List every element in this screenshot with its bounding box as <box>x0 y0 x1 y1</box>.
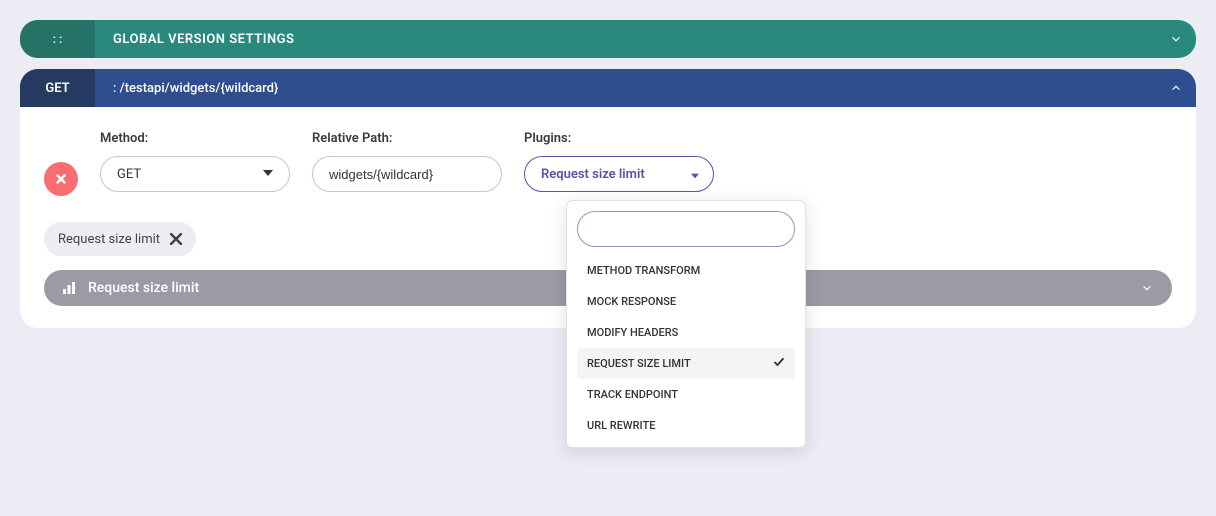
check-icon <box>773 356 785 371</box>
relative-path-input-wrapper <box>312 156 502 192</box>
dropdown-item[interactable]: MODIFY HEADERS <box>577 317 795 348</box>
plugins-select[interactable]: Request size limit <box>524 156 714 192</box>
operation-method-text: GET <box>45 81 69 96</box>
dropdown-item-label: URL REWRITE <box>587 419 655 432</box>
plugin-chip: Request size limit <box>44 222 196 256</box>
dropdown-item-label: METHOD TRANSFORM <box>587 264 700 277</box>
dropdown-item-label: MODIFY HEADERS <box>587 326 678 339</box>
method-field-group: Method: GET <box>100 131 290 192</box>
form-row: Method: GET Relative Path: Plugins: Requ… <box>44 131 1172 196</box>
plugin-chip-label: Request size limit <box>58 232 160 247</box>
chip-remove-button[interactable] <box>170 233 182 245</box>
dropdown-search-input[interactable] <box>577 211 795 247</box>
chevron-up-icon[interactable] <box>1156 81 1196 95</box>
path-label: Relative Path: <box>312 131 502 146</box>
operation-method-badge: GET <box>20 69 95 107</box>
delete-operation-button[interactable] <box>44 162 78 196</box>
global-header-title: GLOBAL VERSION SETTINGS <box>95 32 1156 47</box>
plugins-dropdown: METHOD TRANSFORM MOCK RESPONSE MODIFY HEAD… <box>566 200 806 448</box>
dropdown-item-label: TRACK ENDPOINT <box>587 388 678 401</box>
plugins-select-value: Request size limit <box>541 167 645 182</box>
plugins-label: Plugins: <box>524 131 714 146</box>
caret-down-icon <box>691 165 699 184</box>
plugins-field-group: Plugins: Request size limit <box>524 131 714 192</box>
dropdown-item-label: MOCK RESPONSE <box>587 295 676 308</box>
method-label: Method: <box>100 131 290 146</box>
dropdown-item[interactable]: TRACK ENDPOINT <box>577 379 795 410</box>
dropdown-item[interactable]: MOCK RESPONSE <box>577 286 795 317</box>
relative-path-input[interactable] <box>329 167 485 182</box>
dropdown-list[interactable]: METHOD TRANSFORM MOCK RESPONSE MODIFY HEAD… <box>577 255 795 441</box>
path-field-group: Relative Path: <box>312 131 502 192</box>
global-header-handle-text: : : <box>53 32 63 46</box>
method-select-value: GET <box>117 167 141 182</box>
chevron-down-icon <box>1140 281 1154 295</box>
dropdown-item[interactable]: URL REWRITE <box>577 410 795 441</box>
dropdown-item[interactable]: METHOD TRANSFORM <box>577 255 795 286</box>
operation-header[interactable]: GET : /testapi/widgets/{wildcard} <box>20 69 1196 107</box>
bar-chart-icon <box>62 281 76 295</box>
caret-down-icon <box>263 167 273 182</box>
close-icon <box>170 233 182 245</box>
method-select[interactable]: GET <box>100 156 290 192</box>
dropdown-item-label: REQUEST SIZE LIMIT <box>587 357 691 370</box>
dropdown-item[interactable]: REQUEST SIZE LIMIT <box>577 348 795 379</box>
operation-path: : /testapi/widgets/{wildcard} <box>95 81 1156 96</box>
close-icon <box>56 174 66 184</box>
chevron-down-icon[interactable] <box>1156 32 1196 46</box>
global-settings-header[interactable]: : : GLOBAL VERSION SETTINGS <box>20 20 1196 58</box>
global-header-handle: : : <box>20 20 95 58</box>
